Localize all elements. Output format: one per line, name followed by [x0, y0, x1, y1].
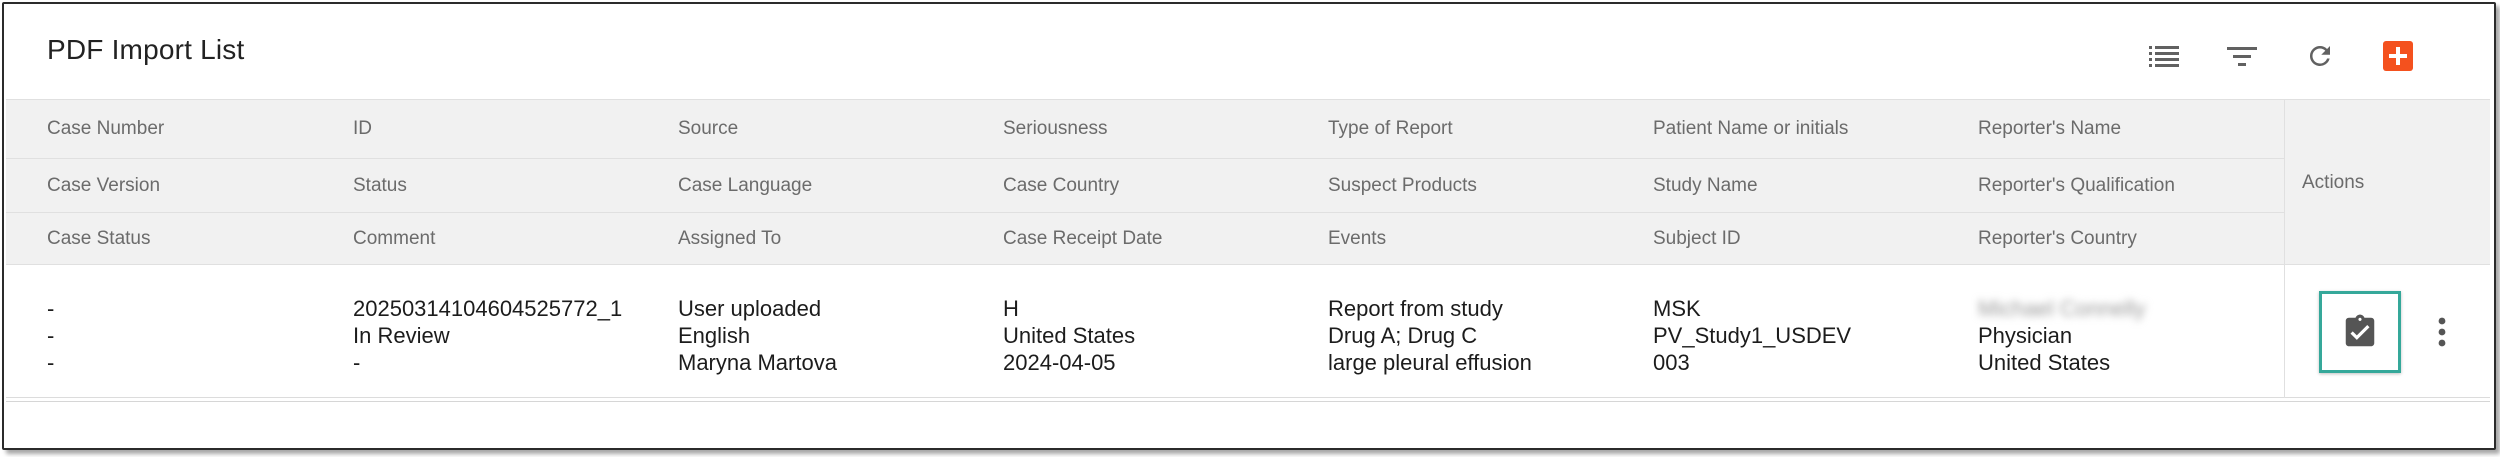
empty-area — [6, 402, 2490, 446]
toolbar — [6, 28, 2490, 84]
add-button[interactable] — [2370, 28, 2426, 84]
review-button[interactable] — [2319, 291, 2401, 373]
reporters-qualification-value: Physician — [1978, 323, 2073, 348]
cell-report-info: Report from study Drug A; Drug C large p… — [1328, 295, 1532, 376]
header-subject-id[interactable]: Subject ID — [1653, 213, 1741, 264]
type-of-report-value: Report from study — [1328, 296, 1503, 321]
comment-value: - — [353, 350, 361, 375]
case-number-value: - — [47, 296, 55, 321]
header-study-name[interactable]: Study Name — [1653, 159, 1758, 212]
header-reporters-name[interactable]: Reporter's Name — [1978, 100, 2121, 158]
suspect-products-value: Drug A; Drug C — [1328, 323, 1478, 348]
header-row-1: Case Number ID Source Seriousness Type o… — [6, 99, 2284, 159]
case-language-value: English — [678, 323, 751, 348]
add-icon — [2383, 41, 2413, 71]
cell-seriousness-info: H United States 2024-04-05 — [1003, 295, 1135, 376]
header-assigned-to[interactable]: Assigned To — [678, 213, 781, 264]
table-row[interactable]: - - - 20250314104604525772_1 In Review -… — [6, 265, 2490, 398]
case-receipt-date-value: 2024-04-05 — [1003, 350, 1116, 375]
header-actions: Actions — [2284, 99, 2490, 265]
case-status-value: - — [47, 350, 55, 375]
seriousness-value: H — [1003, 296, 1019, 321]
header-case-country[interactable]: Case Country — [1003, 159, 1119, 212]
header-case-version[interactable]: Case Version — [47, 159, 160, 212]
header-case-status[interactable]: Case Status — [47, 213, 151, 264]
study-name-value: PV_Study1_USDEV — [1653, 323, 1852, 348]
filter-icon — [2227, 47, 2257, 66]
clipboard-check-icon — [2345, 314, 2375, 347]
header-row-2: Case Version Status Case Language Case C… — [6, 159, 2284, 213]
list-view-icon — [2149, 46, 2179, 67]
cell-reporter-info: Michael Connelly Physician United States — [1978, 295, 2146, 376]
case-country-value: United States — [1003, 323, 1136, 348]
header-case-number[interactable]: Case Number — [47, 100, 164, 158]
patient-name-value: MSK — [1653, 296, 1701, 321]
cell-source-info: User uploaded English Maryna Martova — [678, 295, 837, 376]
header-reporters-country[interactable]: Reporter's Country — [1978, 213, 2137, 264]
list-view-button[interactable] — [2136, 28, 2192, 84]
filter-button[interactable] — [2214, 28, 2270, 84]
header-status[interactable]: Status — [353, 159, 407, 212]
case-version-value: - — [47, 323, 55, 348]
pdf-import-list-panel: PDF Import List Case Number ID Source Se… — [6, 4, 2490, 402]
refresh-button[interactable] — [2292, 28, 2348, 84]
assigned-to-value: Maryna Martova — [678, 350, 837, 375]
refresh-icon — [2309, 45, 2330, 66]
source-value: User uploaded — [678, 296, 822, 321]
header-patient-name[interactable]: Patient Name or initials — [1653, 100, 1848, 158]
more-options-button[interactable] — [2427, 311, 2457, 353]
cell-actions — [2284, 265, 2490, 398]
header-source[interactable]: Source — [678, 100, 738, 158]
header-seriousness[interactable]: Seriousness — [1003, 100, 1108, 158]
cell-id-info: 20250314104604525772_1 In Review - — [353, 295, 622, 376]
header-type-of-report[interactable]: Type of Report — [1328, 100, 1453, 158]
cell-case-info: - - - — [47, 295, 54, 376]
reporters-country-value: United States — [1978, 350, 2111, 375]
cell-patient-info: MSK PV_Study1_USDEV 003 — [1653, 295, 1851, 376]
header-reporters-qualification[interactable]: Reporter's Qualification — [1978, 159, 2175, 212]
header-case-receipt-date[interactable]: Case Receipt Date — [1003, 213, 1162, 264]
status-value: In Review — [353, 323, 450, 348]
id-value: 20250314104604525772_1 — [353, 296, 623, 321]
events-value: large pleural effusion — [1328, 350, 1532, 375]
reporters-name-value: Michael Connelly — [1978, 296, 2146, 321]
header-row-3: Case Status Comment Assigned To Case Rec… — [6, 213, 2284, 265]
header-actions-label: Actions — [2302, 172, 2365, 193]
header-case-language[interactable]: Case Language — [678, 159, 812, 212]
header-comment[interactable]: Comment — [353, 213, 435, 264]
header-suspect-products[interactable]: Suspect Products — [1328, 159, 1477, 212]
header-events[interactable]: Events — [1328, 213, 1386, 264]
header-id[interactable]: ID — [353, 100, 372, 158]
subject-id-value: 003 — [1653, 350, 1690, 375]
more-vertical-icon — [2438, 317, 2446, 347]
